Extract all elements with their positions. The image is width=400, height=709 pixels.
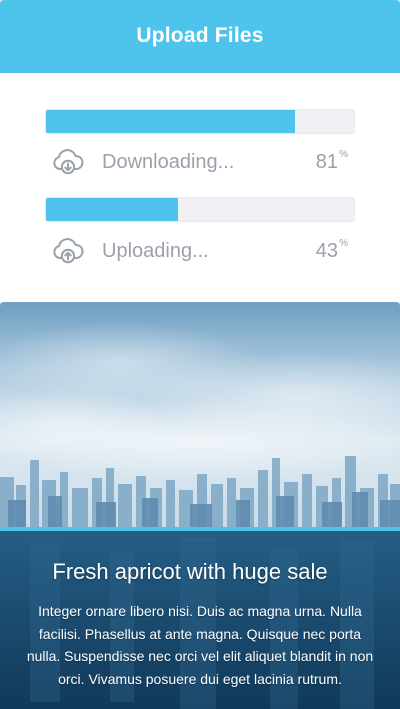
upload-status-row: Uploading... 43% [52, 235, 348, 267]
cloud-upload-icon [52, 238, 84, 264]
upload-status-label: Uploading... [102, 239, 209, 262]
promo-heading: Fresh apricot with huge sale [52, 559, 328, 584]
download-status-row: Downloading... 81% [52, 146, 348, 178]
transfer-panel: Downloading... 81% Uploading... 43% [0, 73, 400, 302]
cloud-download-icon [52, 149, 84, 175]
download-status-label: Downloading... [102, 150, 235, 173]
accent-divider [0, 527, 400, 531]
download-progress-fill [46, 110, 296, 133]
upload-progress-bar [45, 197, 355, 222]
download-progress-bar [45, 109, 355, 134]
download-percent-sign: % [339, 148, 348, 160]
download-percent: 81% [315, 148, 348, 174]
promo-description: Integer ornare libero nisi. Duis ac magn… [26, 603, 374, 687]
promo-card: Fresh apricot with huge sale Integer orn… [0, 302, 400, 709]
page-title: Upload Files [136, 24, 264, 47]
upload-percent: 43% [315, 237, 348, 263]
download-percent-value: 81 [315, 150, 338, 173]
upload-progress-fill [46, 198, 179, 221]
upload-percent-sign: % [339, 237, 348, 249]
app-header: Upload Files [0, 0, 400, 73]
upload-percent-value: 43 [315, 239, 338, 262]
